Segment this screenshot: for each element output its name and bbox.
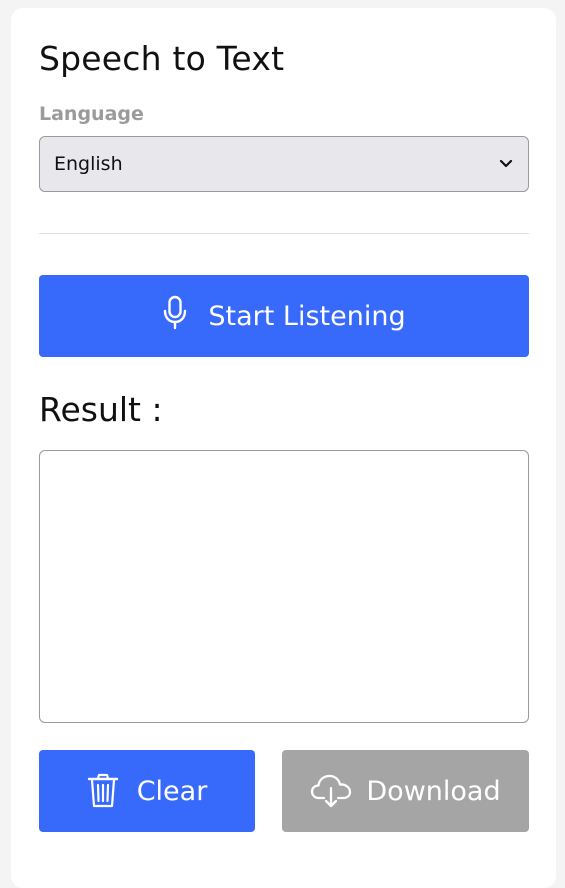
result-textarea[interactable] bbox=[39, 450, 529, 723]
trash-icon bbox=[87, 773, 119, 809]
language-label: Language bbox=[39, 103, 144, 125]
speech-card: Speech to Text Language English Start Li… bbox=[11, 8, 556, 888]
divider bbox=[39, 233, 529, 234]
page-title: Speech to Text bbox=[39, 39, 285, 78]
chevron-down-icon bbox=[498, 156, 514, 172]
microphone-icon bbox=[162, 295, 188, 331]
start-listening-label: Start Listening bbox=[208, 300, 406, 332]
start-listening-button[interactable]: Start Listening bbox=[39, 275, 529, 357]
download-button[interactable]: Download bbox=[282, 750, 529, 832]
result-label: Result : bbox=[39, 390, 163, 429]
language-select[interactable]: English bbox=[39, 136, 529, 192]
language-select-value: English bbox=[54, 153, 123, 175]
clear-label: Clear bbox=[136, 775, 208, 807]
clear-button[interactable]: Clear bbox=[39, 750, 255, 832]
cloud-download-icon bbox=[310, 773, 352, 809]
download-label: Download bbox=[366, 775, 501, 807]
